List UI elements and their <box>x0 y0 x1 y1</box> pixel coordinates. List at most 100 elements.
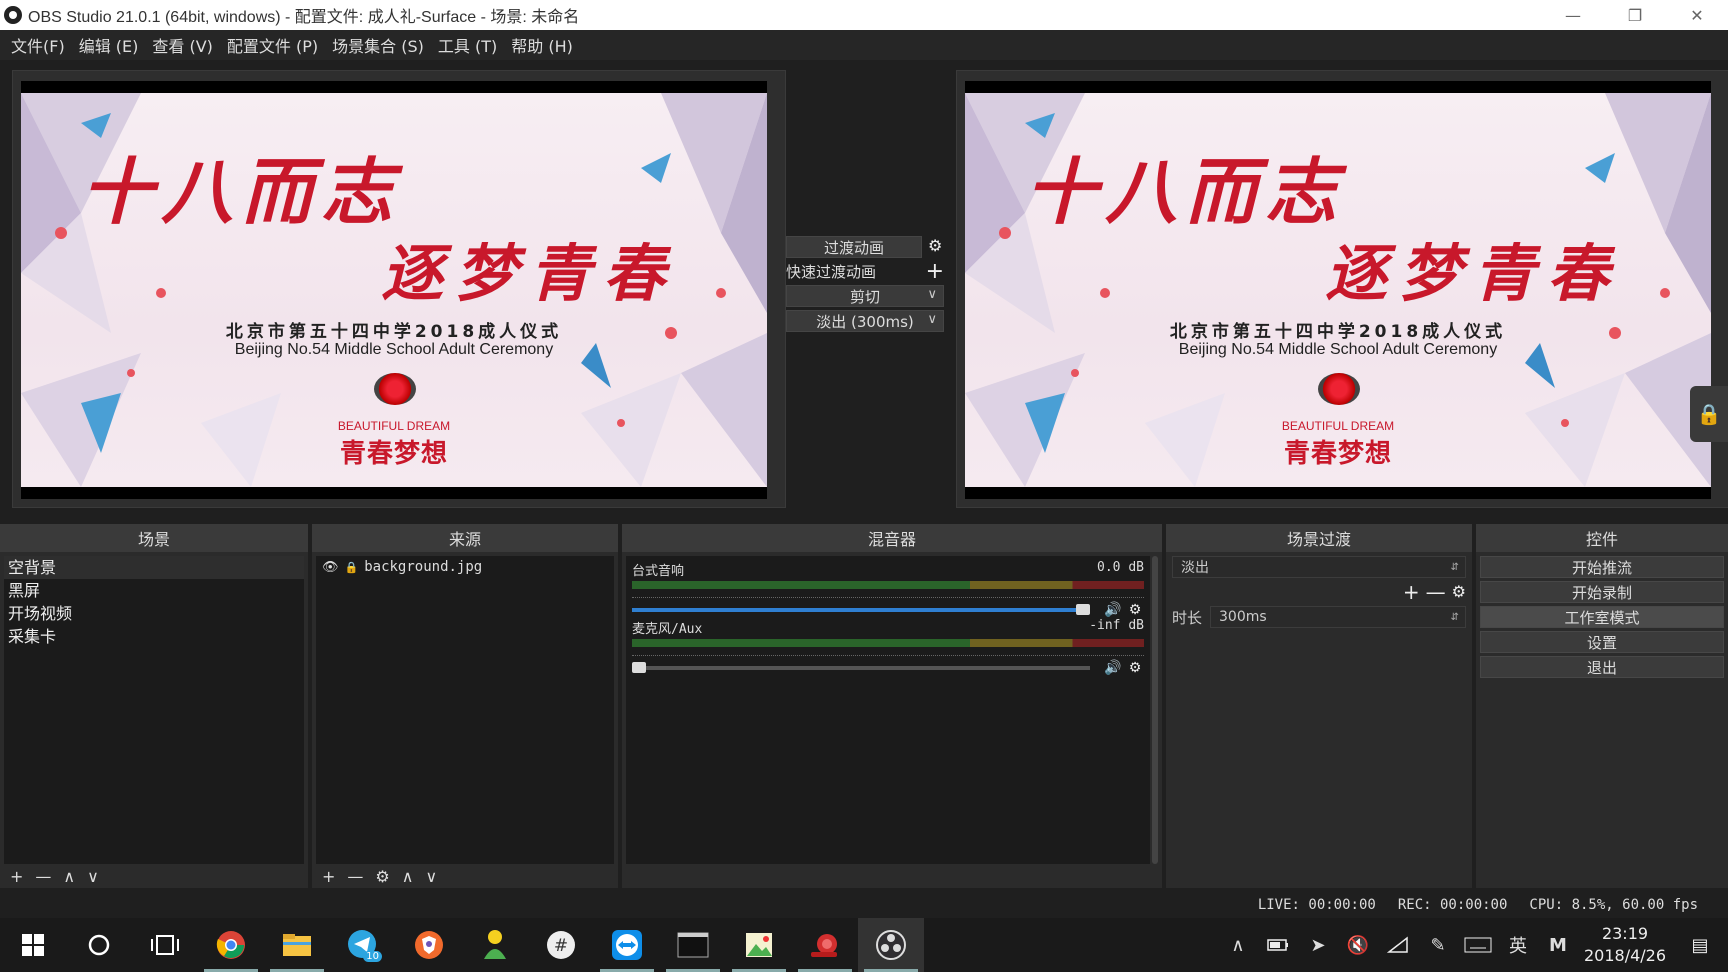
explorer-taskbar-item[interactable] <box>264 918 330 972</box>
studio-mode-button[interactable]: 工作室模式 <box>1480 606 1724 628</box>
exit-button[interactable]: 退出 <box>1480 656 1724 678</box>
start-button[interactable] <box>0 918 66 972</box>
source-settings-icon[interactable]: ⚙ <box>375 867 389 886</box>
battery-icon[interactable] <box>1258 918 1298 972</box>
ime-mode-icon[interactable]: M <box>1538 918 1578 972</box>
notification-center-icon[interactable]: ▤ <box>1672 935 1728 956</box>
menu-edit[interactable]: 编辑 (E) <box>72 33 146 57</box>
lock-icon[interactable]: 🔒 <box>345 561 359 574</box>
maximize-button[interactable]: ❐ <box>1604 0 1666 30</box>
fade-transition-button[interactable]: 淡出 (300ms) ∨ <box>786 310 944 332</box>
volume-meter <box>632 581 1144 589</box>
green-app-taskbar-item[interactable] <box>462 918 528 972</box>
volume-muted-icon[interactable]: 🔇 <box>1338 918 1378 972</box>
program-panel[interactable]: 十八而志 逐梦青春 北京市第五十四中学2018成人仪式 Beijing No.5… <box>956 70 1728 508</box>
gear-icon[interactable]: ⚙ <box>1126 660 1144 676</box>
transition-settings-icon[interactable]: ⚙ <box>1452 582 1466 602</box>
title-bar: OBS Studio 21.0.1 (64bit, windows) - 配置文… <box>0 0 1728 30</box>
menu-tools[interactable]: 工具 (T) <box>431 33 504 57</box>
wifi-icon[interactable] <box>1378 918 1418 972</box>
program-canvas[interactable]: 十八而志 逐梦青春 北京市第五十四中学2018成人仪式 Beijing No.5… <box>965 81 1711 499</box>
clock[interactable]: 23:19 2018/4/26 <box>1578 923 1672 967</box>
chrome-taskbar-item[interactable] <box>198 918 264 972</box>
wifi-shape <box>1387 936 1408 953</box>
start-streaming-button[interactable]: 开始推流 <box>1480 556 1724 578</box>
scene-item[interactable]: 采集卡 <box>4 625 304 648</box>
transition-gear-icon[interactable] <box>928 236 944 255</box>
cortana-button[interactable] <box>66 918 132 972</box>
volume-fader[interactable] <box>632 662 1090 673</box>
slide-tagline-en: BEAUTIFUL DREAM <box>1281 419 1395 433</box>
program-slide: 十八而志 逐梦青春 北京市第五十四中学2018成人仪式 Beijing No.5… <box>965 93 1711 487</box>
volume-fader[interactable] <box>632 604 1090 615</box>
image-app-taskbar-item[interactable] <box>726 918 792 972</box>
hash-app-taskbar-item[interactable]: # <box>528 918 594 972</box>
meter-ticks <box>632 648 1144 656</box>
preview-canvas[interactable]: 十八而志 逐梦青春 北京市第五十四中学2018成人仪式 Beijing No.5… <box>21 81 767 499</box>
obs-taskbar-item[interactable] <box>858 918 924 972</box>
add-transition-icon[interactable]: + <box>1403 582 1420 602</box>
slide-subtitle-cn: 北京市第五十四中学2018成人仪式 <box>1169 322 1507 342</box>
menu-scene-collection[interactable]: 场景集合 (S) <box>325 33 431 57</box>
chevron-down-icon[interactable]: ∨ <box>927 312 937 327</box>
transition-row: 过渡动画 <box>786 236 944 258</box>
side-tab-handle[interactable]: 🔒 <box>1690 386 1728 442</box>
terminal-icon <box>677 932 709 958</box>
cut-transition-button[interactable]: 剪切 ∨ <box>786 285 944 307</box>
chevron-up-icon[interactable]: ∧ <box>1218 918 1258 972</box>
duration-input[interactable]: 300ms ⇵ <box>1210 606 1466 628</box>
minimize-button[interactable]: — <box>1542 0 1604 30</box>
source-item[interactable]: 👁 🔒 background.jpg <box>316 556 614 578</box>
preview-panel[interactable]: 十八而志 逐梦青春 北京市第五十四中学2018成人仪式 Beijing No.5… <box>12 70 786 508</box>
add-quick-transition-icon[interactable]: + <box>926 260 944 282</box>
snail-icon <box>811 934 837 957</box>
track-level: -inf dB <box>1089 618 1144 633</box>
add-source-icon[interactable]: + <box>322 867 335 886</box>
terminal-taskbar-item[interactable] <box>660 918 726 972</box>
spinner-icon[interactable]: ⇵ <box>1451 612 1459 623</box>
fader-knob[interactable] <box>632 662 646 673</box>
remove-transition-icon[interactable]: — <box>1426 582 1446 602</box>
move-down-icon[interactable]: ∨ <box>425 867 437 886</box>
move-down-icon[interactable]: ∨ <box>87 867 99 886</box>
teamviewer-taskbar-item[interactable] <box>594 918 660 972</box>
track-level: 0.0 dB <box>1097 560 1144 575</box>
menu-file[interactable]: 文件(F) <box>4 33 72 57</box>
menu-profile[interactable]: 配置文件 (P) <box>220 33 325 57</box>
telegram-badge: 10 <box>363 951 382 962</box>
pen-icon[interactable]: ✎ <box>1418 918 1458 972</box>
brave-taskbar-item[interactable] <box>396 918 462 972</box>
windows-logo-icon <box>22 934 44 956</box>
keyboard-icon[interactable] <box>1458 918 1498 972</box>
menu-view[interactable]: 查看 (V) <box>145 33 220 57</box>
slide-tagline-cn: 青春梦想 <box>339 439 448 469</box>
scenes-dock-title: 场景 <box>0 524 308 552</box>
move-up-icon[interactable]: ∧ <box>402 867 414 886</box>
snail-app-taskbar-item[interactable] <box>792 918 858 972</box>
move-up-icon[interactable]: ∧ <box>63 867 75 886</box>
clock-time: 23:19 <box>1601 924 1649 943</box>
transition-select[interactable]: 淡出 ⇵ <box>1172 556 1466 578</box>
close-button[interactable]: ✕ <box>1666 0 1728 30</box>
add-scene-icon[interactable]: + <box>10 867 23 886</box>
remove-scene-icon[interactable]: — <box>35 867 51 886</box>
transition-button[interactable]: 过渡动画 <box>786 236 922 258</box>
telegram-taskbar-item[interactable]: 10 <box>330 918 396 972</box>
menu-help[interactable]: 帮助 (H) <box>504 33 580 57</box>
chevron-down-icon[interactable]: ∨ <box>927 287 937 302</box>
send-icon[interactable]: ➤ <box>1298 918 1338 972</box>
ime-indicator[interactable]: 英 <box>1498 918 1538 972</box>
remove-source-icon[interactable]: — <box>347 867 363 886</box>
start-recording-button[interactable]: 开始录制 <box>1480 581 1724 603</box>
settings-button[interactable]: 设置 <box>1480 631 1724 653</box>
scene-transitions-dock: 场景过渡 淡出 ⇵ + — ⚙ 时长 300ms ⇵ <box>1166 524 1472 888</box>
scene-item[interactable]: 开场视频 <box>4 602 304 625</box>
mixer-scrollbar[interactable] <box>1152 556 1158 864</box>
duration-value: 300ms <box>1219 609 1267 625</box>
speaker-icon[interactable]: 🔊 <box>1104 660 1122 676</box>
eye-icon[interactable]: 👁 <box>322 560 339 575</box>
preview-slide: 十八而志 逐梦青春 北京市第五十四中学2018成人仪式 Beijing No.5… <box>21 93 767 487</box>
task-view-button[interactable] <box>132 918 198 972</box>
scene-item[interactable]: 黑屏 <box>4 579 304 602</box>
scene-item[interactable]: 空背景 <box>4 556 304 579</box>
